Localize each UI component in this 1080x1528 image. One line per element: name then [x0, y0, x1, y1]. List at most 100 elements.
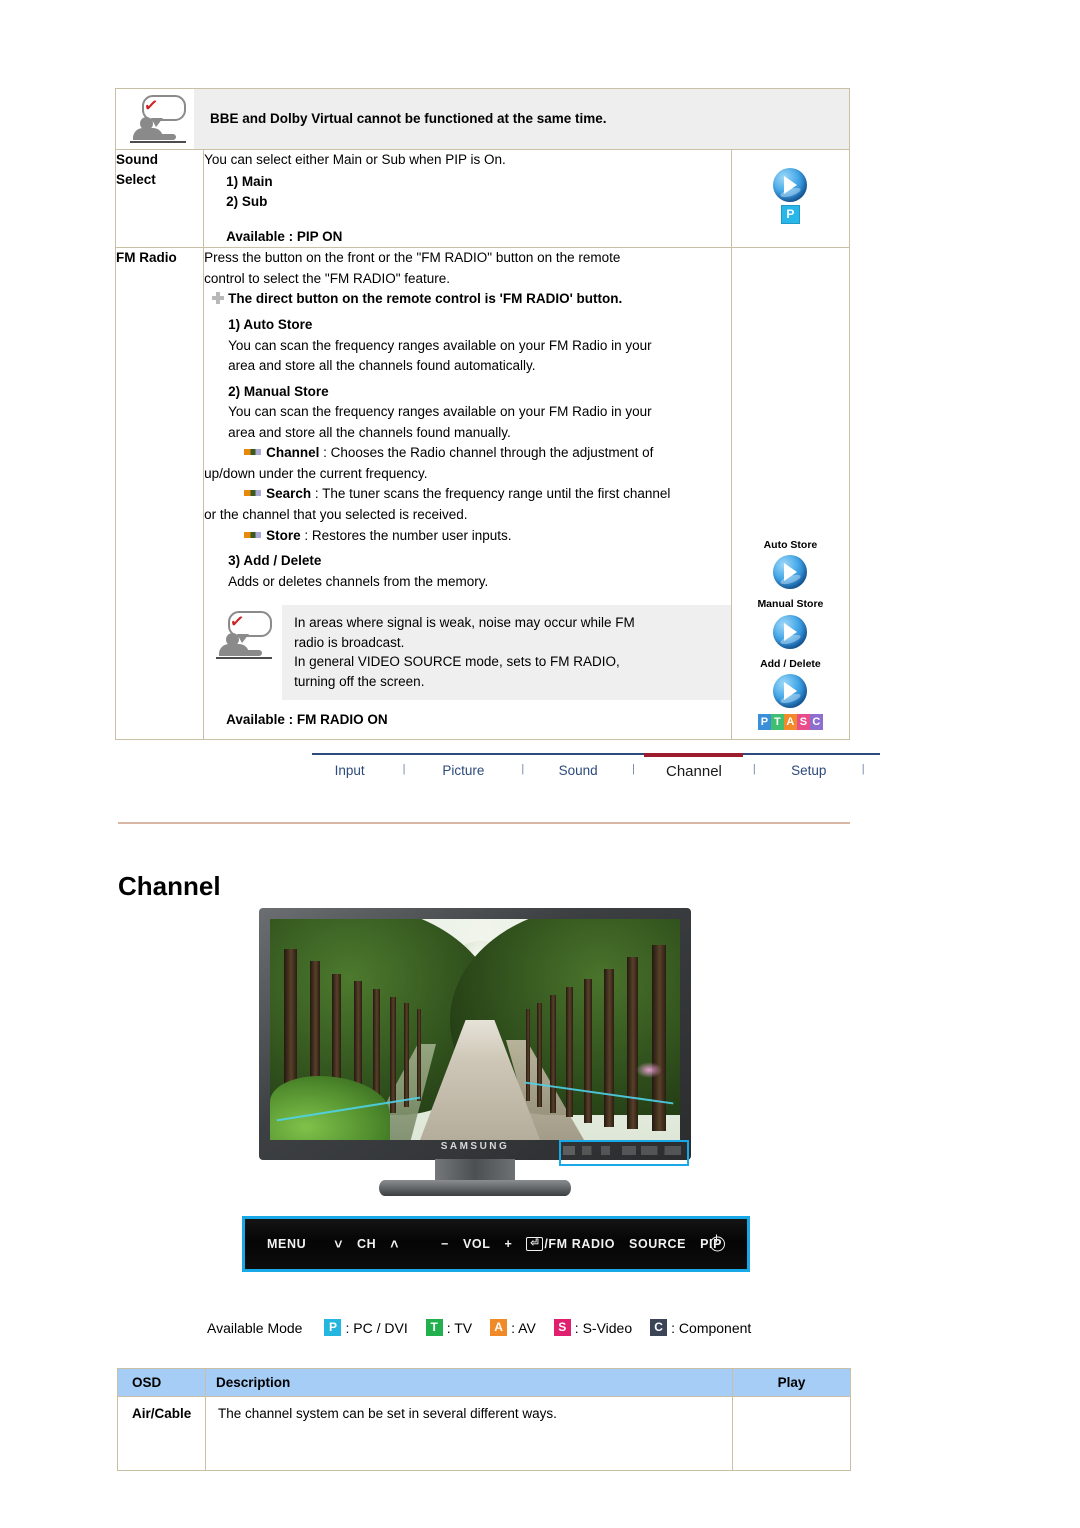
row-fm-radio: FM Radio Press the button on the front o…: [114, 247, 851, 741]
play-caption-manual-store: Manual Store: [757, 598, 824, 611]
tab-separator: |: [861, 763, 865, 775]
monitor-illustration: SAMSUNG: [259, 908, 691, 1197]
mode-badge-t: T: [425, 1319, 443, 1336]
fm-bullet-3-term: Store: [266, 527, 301, 543]
fm-bullet-2-desc-1: : The tuner scans the frequency range un…: [311, 486, 671, 502]
fm-tip-text: The direct button on the remote control …: [228, 291, 623, 307]
control-menu[interactable]: MENU: [267, 1237, 306, 1251]
control-ch[interactable]: CH: [357, 1237, 376, 1251]
mode-badge-a: A: [490, 1319, 508, 1336]
fm-section-2-heading: 2) Manual Store: [228, 383, 329, 399]
osd-header-osd: OSD: [117, 1368, 206, 1397]
row-sound-select: Sound Select You can select either Main …: [114, 148, 851, 249]
control-volume-up-icon[interactable]: +: [504, 1237, 512, 1251]
fm-bullet-3-desc-1: : Restores the number user inputs.: [300, 527, 512, 543]
enter-key-icon[interactable]: ⏎: [526, 1237, 544, 1251]
bar-bullet-icon: [244, 531, 262, 538]
row-body-sound-select: You can select either Main or Sub when P…: [203, 148, 732, 249]
label-line-2: Select: [116, 171, 156, 187]
power-icon: [710, 1234, 725, 1252]
mode-text-av: : AV: [511, 1319, 536, 1336]
control-fm-radio[interactable]: /FM RADIO: [544, 1237, 615, 1251]
fm-inner-note-line-3: In general VIDEO SOURCE mode, sets to FM…: [294, 654, 620, 670]
table-row: Air/Cable The channel system can be set …: [117, 1396, 851, 1471]
sound-select-item-2: 2) Sub: [226, 194, 268, 210]
tab-picture[interactable]: Picture: [421, 763, 506, 778]
row-play-fm-radio: Auto Store Manual Store Add / Delete P T…: [730, 247, 851, 741]
play-sphere-icon: [773, 555, 808, 590]
play-caption-auto-store: Auto Store: [763, 539, 818, 552]
tab-separator: |: [402, 763, 406, 775]
ptasc-badge-group: P T A S C: [732, 713, 849, 730]
control-source[interactable]: SOURCE: [629, 1237, 686, 1251]
tabs-top-rule: [312, 753, 880, 755]
bar-bullet-icon: [244, 490, 262, 497]
available-mode-line: Available Mode P : PC / DVI T : TV A : A…: [207, 1319, 769, 1336]
control-power-button[interactable]: [687, 1219, 747, 1269]
mode-av: A : AV: [490, 1319, 536, 1336]
mode-component: C : Component: [650, 1319, 751, 1336]
fm-inner-note-line-4: turning off the screen.: [294, 673, 425, 689]
ptasc-badge-c: C: [809, 713, 823, 730]
page-title: Channel: [118, 871, 221, 901]
fm-section-1-heading: 1) Auto Store: [228, 316, 313, 332]
monitor-bezel: SAMSUNG: [259, 908, 691, 1166]
fm-inner-note: ✓ In areas where signal is weak, noise m…: [204, 605, 731, 700]
sound-select-intro: You can select either Main or Sub when P…: [204, 152, 506, 167]
section-tabs: Input | Picture | Sound | Channel | Setu…: [312, 753, 880, 780]
mode-badge-p: P: [780, 205, 800, 224]
mode-text-s-video: : S-Video: [574, 1319, 633, 1336]
ptasc-badge-t: T: [770, 713, 784, 730]
person-speech-check-icon: ✓: [216, 611, 273, 661]
tab-separator: |: [752, 763, 756, 775]
plus-bullet-icon: [212, 292, 225, 305]
monitor-control-highlight: [559, 1140, 689, 1166]
mode-pc-dvi: P : PC / DVI: [324, 1319, 408, 1336]
ptasc-badge-p: P: [757, 713, 771, 730]
sound-select-available: Available : PIP ON: [226, 228, 343, 244]
osd-header-description: Description: [205, 1368, 733, 1397]
tab-sound[interactable]: Sound: [540, 763, 617, 778]
play-caption-add-delete: Add / Delete: [760, 657, 821, 670]
osd-header-play: Play: [732, 1368, 851, 1397]
osd-table: OSD Description Play Air/Cable The chann…: [117, 1368, 851, 1471]
ptasc-badge-s: S: [796, 713, 810, 730]
fm-tip-line: The direct button on the remote control …: [212, 289, 731, 309]
fm-section-1-body-2: area and store all the channels found au…: [228, 358, 536, 374]
row-label-fm-radio: FM Radio: [114, 247, 205, 741]
play-sphere-icon: [773, 673, 808, 708]
control-channel-up-icon[interactable]: ˄: [390, 1236, 399, 1252]
fm-bullet-1-desc-1: : Chooses the Radio channel through the …: [319, 445, 654, 461]
monitor-control-bar-callout: MENU ˅ CH ˄ − VOL + ⏎/FM RADIO SOURCE PI…: [242, 1216, 750, 1272]
tab-input[interactable]: Input: [312, 763, 387, 778]
ptasc-badge-a: A: [783, 713, 797, 730]
tab-setup[interactable]: Setup: [771, 763, 846, 778]
control-volume-down-icon[interactable]: −: [441, 1237, 449, 1251]
fm-add-delete-body: Adds or deletes channels from the memory…: [228, 573, 489, 589]
label-line-1: Sound: [116, 152, 158, 167]
manual-page: ✓ BBE and Dolby Virtual cannot be functi…: [0, 0, 1080, 1528]
play-sphere-icon: [773, 614, 808, 649]
row-play-sound-select: P: [730, 148, 851, 249]
fm-bullet-2-desc-2: or the channel that you selected is rece…: [204, 507, 468, 522]
top-note-cell: ✓ BBE and Dolby Virtual cannot be functi…: [115, 88, 850, 150]
tab-channel[interactable]: Channel: [644, 753, 744, 780]
top-note-text: BBE and Dolby Virtual cannot be function…: [194, 89, 849, 149]
fm-bullet-2: Search : The tuner scans the frequency r…: [244, 484, 731, 504]
fm-bullet-2-term: Search: [266, 486, 312, 502]
osd-cell-name: Air/Cable: [117, 1396, 206, 1471]
fm-bullet-1-term: Channel: [266, 445, 320, 461]
tab-separator: |: [521, 763, 525, 775]
fm-intro-line-1: Press the button on the front or the "FM…: [204, 250, 621, 266]
control-channel-down-icon[interactable]: ˅: [334, 1236, 343, 1252]
mode-badge-c: C: [650, 1319, 668, 1336]
control-vol[interactable]: VOL: [463, 1237, 491, 1251]
mode-text-pc-dvi: : PC / DVI: [345, 1319, 408, 1336]
fm-section-1-body-1: You can scan the frequency ranges availa…: [228, 337, 652, 353]
row-body-fm-radio: Press the button on the front or the "FM…: [203, 247, 732, 741]
top-note-row: ✓ BBE and Dolby Virtual cannot be functi…: [115, 88, 850, 150]
available-mode-label: Available Mode: [207, 1319, 303, 1336]
monitor-stand-base: [379, 1180, 571, 1196]
monitor-screen: [270, 919, 680, 1140]
fm-inner-note-line-1: In areas where signal is weak, noise may…: [294, 615, 635, 631]
